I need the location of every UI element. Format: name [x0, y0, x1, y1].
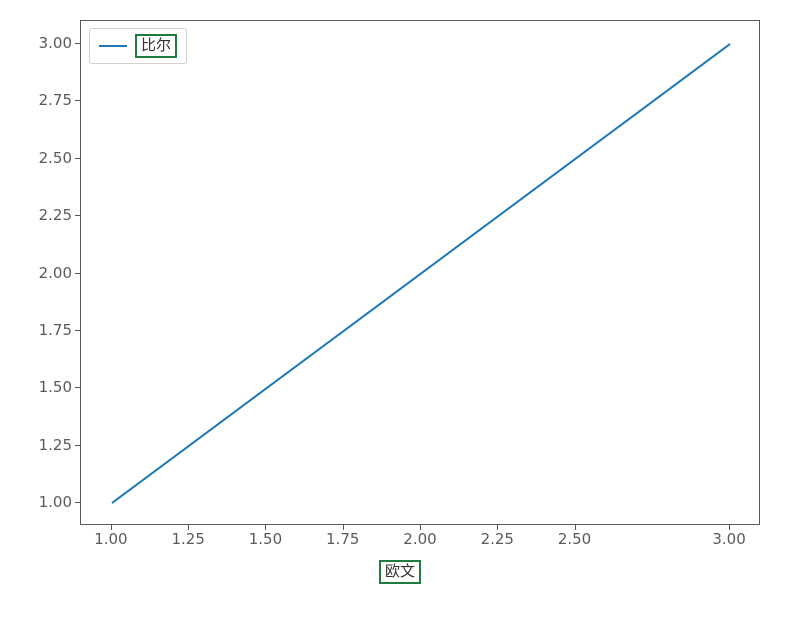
y-tick-mark — [75, 100, 80, 101]
x-tick-label: 3.00 — [712, 530, 745, 548]
legend-line-sample — [99, 45, 127, 47]
legend: 比尔 — [89, 28, 187, 64]
y-tick-label: 1.00 — [12, 493, 72, 511]
y-tick-label: 2.75 — [12, 91, 72, 109]
y-tick-label: 2.25 — [12, 206, 72, 224]
y-tick-mark — [75, 502, 80, 503]
y-tick-label: 3.00 — [12, 34, 72, 52]
x-tick-label: 1.00 — [94, 530, 127, 548]
x-tick-label: 1.50 — [249, 530, 282, 548]
x-tick-label: 2.25 — [481, 530, 514, 548]
y-tick-mark — [75, 215, 80, 216]
y-tick-label: 1.75 — [12, 321, 72, 339]
x-axis-label-text: 欧文 — [379, 560, 421, 584]
x-axis-label: 欧文 — [379, 560, 421, 584]
x-tick-label: 1.75 — [326, 530, 359, 548]
y-tick-label: 1.25 — [12, 436, 72, 454]
y-tick-label: 2.50 — [12, 149, 72, 167]
y-tick-mark — [75, 43, 80, 44]
x-tick-label: 2.00 — [403, 530, 436, 548]
figure: 1.00 1.25 1.50 1.75 2.00 2.25 2.50 3.00 1.00 1.2… — [0, 0, 800, 621]
y-tick-mark — [75, 158, 80, 159]
legend-entry-label: 比尔 — [135, 34, 177, 58]
plot-area — [80, 20, 760, 525]
x-tick-label: 2.50 — [558, 530, 591, 548]
y-tick-mark — [75, 330, 80, 331]
line-plot-svg — [81, 21, 761, 526]
x-tick-label: 1.25 — [171, 530, 204, 548]
y-tick-label: 1.50 — [12, 378, 72, 396]
y-tick-mark — [75, 445, 80, 446]
series-line — [112, 44, 730, 503]
y-tick-mark — [75, 273, 80, 274]
y-tick-label: 2.00 — [12, 264, 72, 282]
y-tick-mark — [75, 387, 80, 388]
